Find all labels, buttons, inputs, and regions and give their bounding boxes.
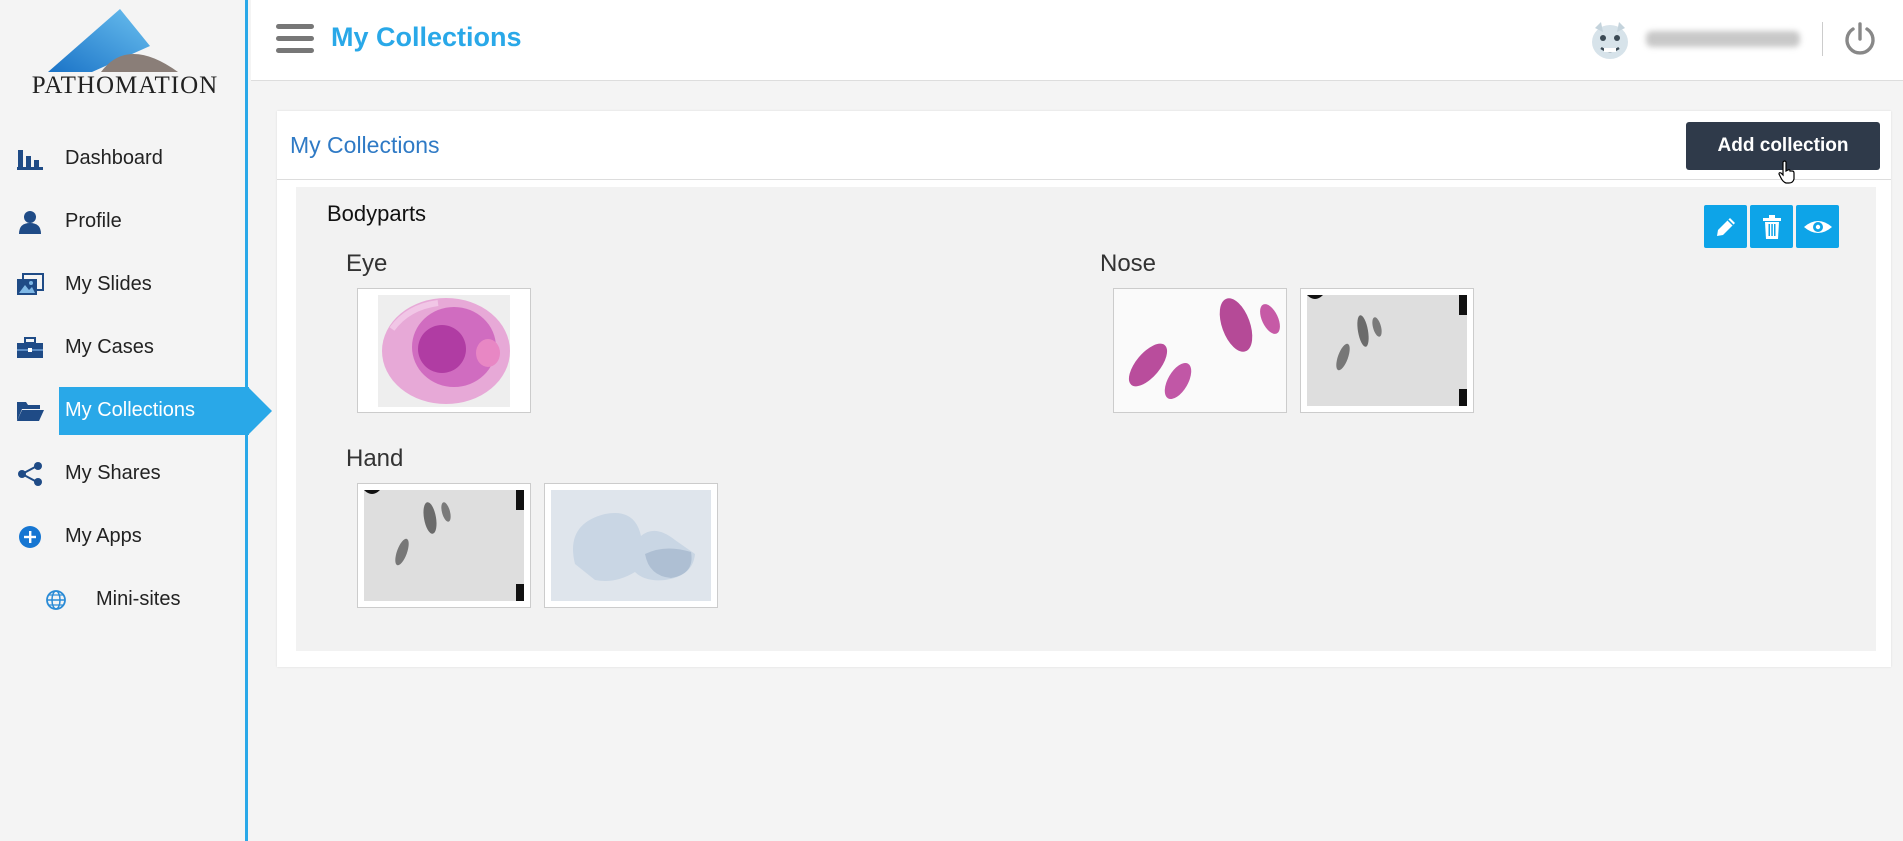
slide-thumbnail[interactable] bbox=[357, 288, 531, 413]
header-divider bbox=[1822, 22, 1823, 56]
images-icon bbox=[17, 273, 44, 295]
sidebar-item-dashboard[interactable]: Dashboard bbox=[0, 127, 245, 190]
sidebar-item-label: My Shares bbox=[65, 462, 161, 484]
collections-panel: My Collections Add collection Bodyparts bbox=[277, 111, 1891, 667]
sidebar-item-label: My Apps bbox=[65, 525, 142, 547]
collection-name: Bodyparts bbox=[327, 201, 427, 226]
sidebar: PATHOMATION Dashboard Profile My Slides … bbox=[0, 0, 272, 841]
sidebar-item-label: My Cases bbox=[65, 336, 154, 358]
sidebar-item-profile[interactable]: Profile bbox=[0, 190, 245, 253]
eye-icon bbox=[1803, 220, 1832, 233]
sidebar-nav: Dashboard Profile My Slides My Cases My … bbox=[0, 127, 272, 631]
page-title: My Collections bbox=[331, 22, 522, 52]
delete-button[interactable] bbox=[1750, 205, 1793, 248]
sidebar-item-label: Dashboard bbox=[65, 147, 163, 169]
group-title-nose: Nose bbox=[1100, 250, 1157, 277]
folder-open-icon bbox=[17, 402, 44, 421]
sidebar-item-label: My Slides bbox=[65, 273, 152, 295]
bar-chart-icon bbox=[17, 150, 43, 170]
slide-image-hand-2 bbox=[551, 490, 711, 601]
slide-thumbnail[interactable] bbox=[357, 483, 531, 608]
trash-icon bbox=[1762, 214, 1781, 239]
sidebar-item-label: Profile bbox=[65, 210, 122, 232]
briefcase-icon bbox=[17, 337, 43, 358]
hand-cursor-icon bbox=[1778, 160, 1795, 184]
slide-thumbnail[interactable] bbox=[1113, 288, 1287, 413]
pencil-icon bbox=[1716, 217, 1735, 236]
slide-thumbnail[interactable] bbox=[1300, 288, 1474, 413]
hamburger-menu-icon[interactable] bbox=[276, 24, 314, 56]
slide-image-hand-1 bbox=[364, 490, 524, 601]
sidebar-item-my-apps[interactable]: My Apps bbox=[0, 505, 245, 568]
slide-image-eye bbox=[378, 295, 510, 407]
sidebar-item-my-collections[interactable]: My Collections bbox=[0, 379, 272, 442]
sidebar-item-my-slides[interactable]: My Slides bbox=[0, 253, 245, 316]
plus-circle-icon bbox=[19, 526, 41, 548]
panel-header: My Collections Add collection bbox=[277, 111, 1891, 184]
globe-icon bbox=[46, 590, 66, 610]
user-name[interactable]: •••••••••• bbox=[1646, 31, 1800, 47]
user-icon bbox=[19, 211, 41, 234]
view-button[interactable] bbox=[1796, 205, 1839, 248]
panel-title: My Collections bbox=[290, 132, 440, 158]
slide-thumbnail[interactable] bbox=[544, 483, 718, 608]
logo-wordmark: PATHOMATION bbox=[31, 72, 219, 99]
group-title-eye: Eye bbox=[346, 250, 388, 277]
sidebar-item-label: Mini-sites bbox=[96, 588, 181, 610]
sidebar-item-label: My Collections bbox=[65, 399, 196, 421]
active-arrow bbox=[248, 387, 272, 435]
edit-button[interactable] bbox=[1704, 205, 1747, 248]
collection-card: Bodyparts Eye Nose Hand bbox=[296, 187, 1876, 651]
slide-image-nose-1 bbox=[1114, 289, 1286, 412]
sidebar-item-mini-sites[interactable]: Mini-sites bbox=[0, 568, 245, 631]
user-avatar[interactable] bbox=[1587, 18, 1633, 62]
power-icon[interactable] bbox=[1841, 20, 1879, 58]
share-icon bbox=[18, 462, 42, 486]
group-title-hand: Hand bbox=[346, 445, 404, 472]
top-bar: My Collections •••••••••• bbox=[251, 0, 1903, 81]
slide-image-nose-2 bbox=[1307, 295, 1467, 406]
sidebar-item-my-cases[interactable]: My Cases bbox=[0, 316, 245, 379]
sidebar-item-my-shares[interactable]: My Shares bbox=[0, 442, 245, 505]
